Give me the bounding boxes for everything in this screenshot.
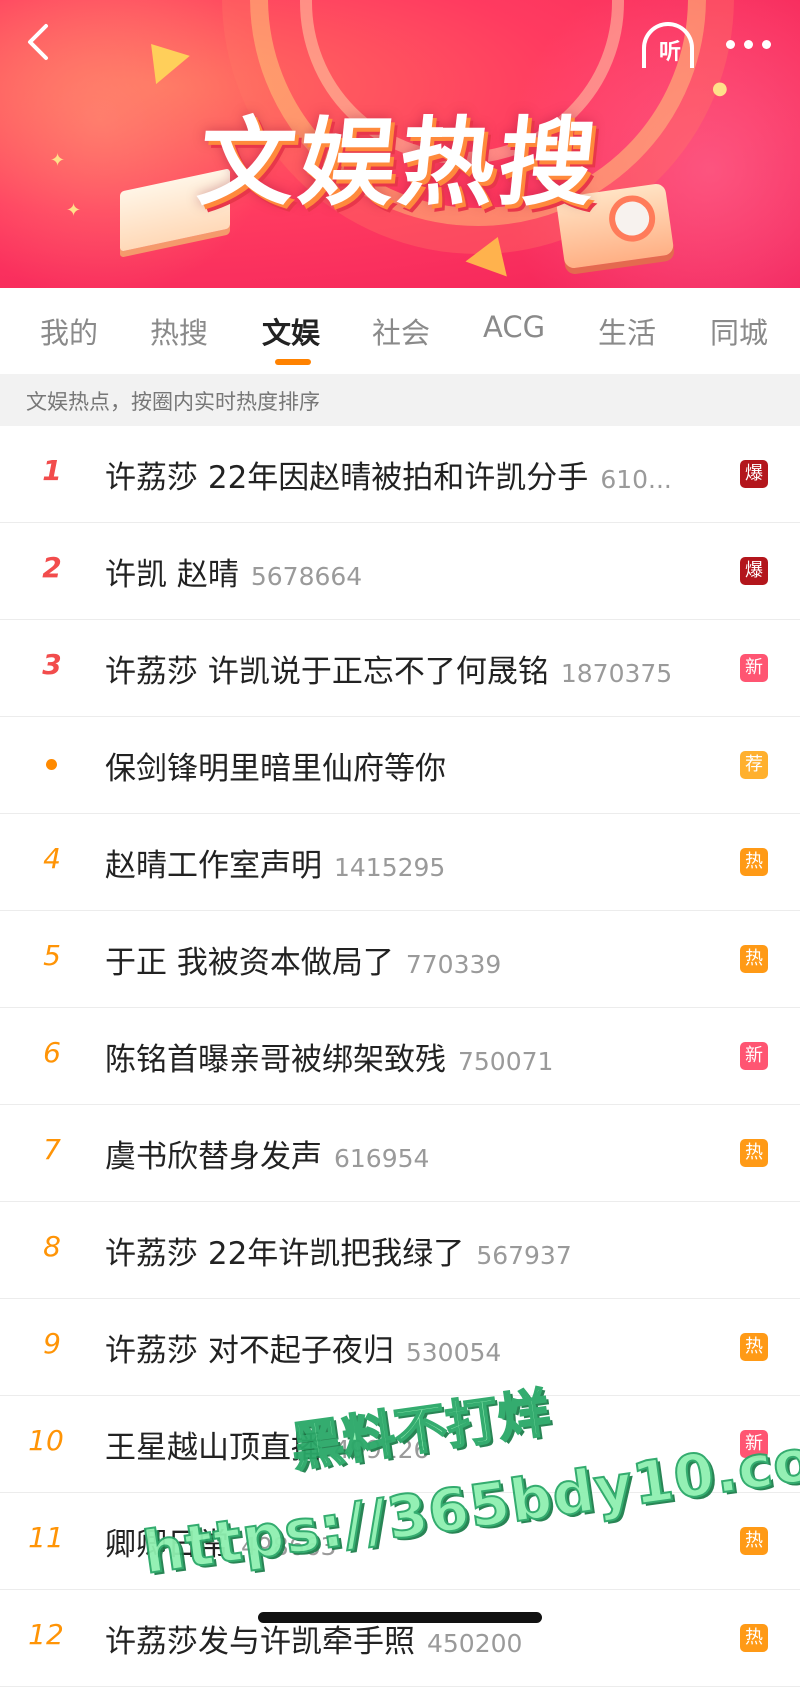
listen-label: 听 [658,40,681,65]
list-item[interactable]: 12 许荔莎发与许凯牵手照 450200 热 [0,1590,800,1687]
hot-badge: 热 [740,1527,768,1555]
rank-number: 7 [43,1133,61,1166]
item-title: 赵晴工作室声明 [105,848,322,884]
explosive-badge: 爆 [740,557,768,585]
hot-badge: 热 [740,1139,768,1167]
rank-number: 8 [43,1230,61,1263]
new-badge: 新 [740,654,768,682]
back-button[interactable] [18,20,62,64]
chevron-left-icon [28,24,48,60]
heat-count: 5678664 [250,562,363,591]
active-tab-indicator [275,359,311,365]
rank-number: 6 [43,1036,61,1069]
rank-number: 5 [43,939,61,972]
new-badge: 新 [740,1042,768,1070]
list-item[interactable]: 4 赵晴工作室声明 1415295 热 [0,814,800,911]
more-dot [762,40,771,49]
hot-badge: 热 [740,1624,768,1652]
rank-number: 9 [43,1327,61,1360]
listen-button[interactable]: 听 [642,22,700,70]
item-title: 许凯 赵晴 [105,557,239,593]
list-item[interactable]: 3 许荔莎 许凯说于正忘不了何晟铭 1870375 新 [0,620,800,717]
item-title: 许荔莎 22年许凯把我绿了 [105,1236,465,1272]
list-description: 文娱热点，按圈内实时热度排序 [0,374,800,426]
hot-badge: 热 [740,848,768,876]
hot-badge: 热 [740,1333,768,1361]
tab-society[interactable]: 社会 [372,310,430,352]
tab-mine[interactable]: 我的 [40,310,98,352]
more-dot [744,40,753,49]
heat-count: 567937 [476,1241,572,1270]
heat-count: 616954 [334,1144,430,1173]
rank-number: 10 [28,1424,64,1457]
list-item[interactable]: 1 许荔莎 22年因赵晴被拍和许凯分手 610... 爆 [0,426,800,523]
list-description-text: 文娱热点，按圈内实时热度排序 [26,390,320,414]
banner-title: 文娱热搜 [193,107,605,219]
item-title: 许荔莎 对不起子夜归 [105,1333,394,1369]
list-item[interactable]: 9 许荔莎 对不起子夜归 530054 热 [0,1299,800,1396]
rank-number: 1 [42,454,62,487]
hot-badge: 热 [740,945,768,973]
rank-number: 4 [43,842,61,875]
list-item[interactable]: 6 陈铭首曝亲哥被绑架致残 750071 新 [0,1008,800,1105]
recommended-badge: 荐 [740,751,768,779]
heat-count: 610... [600,465,672,494]
header-banner: ✦ ● ✦ 文娱热搜 听 [0,0,800,288]
item-title: 于正 我被资本做局了 [105,945,394,981]
heat-count: 450200 [427,1629,523,1658]
more-button[interactable] [726,34,776,54]
item-title: 虞书欣替身发声 [105,1139,322,1175]
item-title: 许荔莎 22年因赵晴被拍和许凯分手 [105,460,589,496]
rank-number: 2 [42,551,62,584]
list-item-promoted[interactable]: 保剑锋明里暗里仙府等你 荐 [0,717,800,814]
more-dot [726,40,735,49]
rank-number: 3 [42,648,62,681]
promoted-dot-icon [46,759,57,770]
list-item[interactable]: 8 许荔莎 22年许凯把我绿了 567937 [0,1202,800,1299]
category-tabs: 我的 热搜 文娱 社会 ACG 生活 同城 [0,288,800,374]
heat-count: 770339 [405,950,502,979]
tab-life[interactable]: 生活 [598,310,656,352]
item-title: 许荔莎发与许凯牵手照 [105,1624,415,1660]
heat-count: 1415295 [334,853,446,882]
tab-local[interactable]: 同城 [710,310,768,352]
heat-count: 750071 [458,1047,554,1076]
explosive-badge: 爆 [740,460,768,488]
item-title: 保剑锋明里暗里仙府等你 [105,751,446,787]
tab-hot-search[interactable]: 热搜 [150,310,208,352]
heat-count: 530054 [405,1338,502,1367]
home-indicator[interactable] [258,1612,542,1623]
tab-acg[interactable]: ACG [483,310,545,344]
list-item[interactable]: 5 于正 我被资本做局了 770339 热 [0,911,800,1008]
item-title: 许荔莎 许凯说于正忘不了何晟铭 [105,654,549,690]
list-item[interactable]: 2 许凯 赵晴 5678664 爆 [0,523,800,620]
item-title: 陈铭首曝亲哥被绑架致残 [105,1042,446,1078]
tab-entertainment[interactable]: 文娱 [262,310,320,352]
heat-count: 1870375 [560,659,673,688]
list-item[interactable]: 7 虞书欣替身发声 616954 热 [0,1105,800,1202]
rank-number: 11 [28,1521,64,1554]
